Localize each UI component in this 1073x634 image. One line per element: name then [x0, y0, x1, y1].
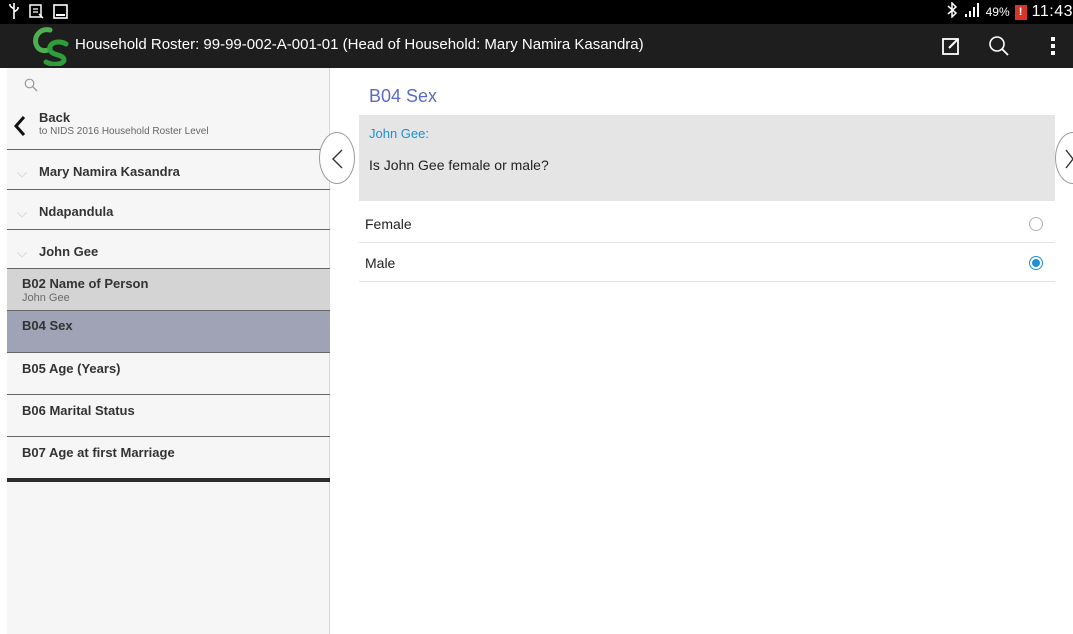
question-item-b06[interactable]: B06 Marital Status — [7, 394, 330, 436]
chevron-left-icon — [13, 114, 27, 138]
question-text: Is John Gee female or male? — [369, 157, 549, 173]
bluetooth-icon — [946, 1, 958, 22]
edit-icon[interactable] — [937, 32, 965, 60]
usb-icon — [8, 3, 20, 23]
question-item-b07[interactable]: B07 Age at first Marriage — [7, 436, 330, 478]
roster-item-label: Mary Namira Kasandra — [39, 164, 180, 179]
list-end-divider — [7, 478, 330, 482]
battery-warning-icon: ! — [1014, 4, 1027, 20]
roster-item-label: John Gee — [39, 244, 99, 259]
roster-item-john-gee[interactable]: John Gee — [7, 229, 330, 269]
roster-item-ndapandula[interactable]: Ndapandula — [7, 189, 330, 229]
expand-icon — [16, 205, 28, 218]
question-panel: B04 Sex John Gee: Is John Gee female or … — [331, 68, 1073, 634]
option-female[interactable]: Female — [359, 205, 1055, 243]
back-sublabel: to NIDS 2016 Household Roster Level — [39, 126, 209, 137]
app-logo-icon — [30, 26, 74, 67]
signal-icon — [963, 2, 981, 22]
question-item-b04[interactable]: B04 Sex — [7, 310, 330, 352]
question-respondent: John Gee: — [369, 126, 429, 141]
back-label: Back — [39, 110, 71, 125]
question-item-label: B07 Age at first Marriage — [22, 445, 175, 460]
radio-male[interactable] — [1029, 256, 1043, 270]
chevron-left-icon — [332, 149, 343, 169]
option-label: Male — [365, 255, 396, 271]
option-label: Female — [365, 216, 412, 232]
roster-item-mary[interactable]: Mary Namira Kasandra — [7, 149, 330, 190]
battery-percent: 49% — [985, 5, 1010, 19]
gallery-icon — [53, 3, 68, 23]
question-box: John Gee: Is John Gee female or male? — [359, 115, 1055, 201]
question-item-label: B02 Name of Person — [22, 276, 149, 291]
status-bar: 49% ! 11:43 — [0, 0, 1073, 24]
overflow-menu-icon[interactable] — [1039, 32, 1067, 60]
question-item-b02[interactable]: B02 Name of Person John Gee — [7, 268, 330, 310]
screenshot-icon — [29, 3, 44, 23]
question-item-answer: John Gee — [22, 292, 70, 304]
question-item-label: B06 Marital Status — [22, 403, 135, 418]
question-item-label: B04 Sex — [22, 318, 73, 333]
navigation-sidebar: Back to NIDS 2016 Household Roster Level… — [7, 68, 330, 634]
question-title: B04 Sex — [369, 86, 438, 106]
sidebar-search-icon[interactable] — [24, 78, 42, 96]
chevron-right-icon — [1065, 149, 1073, 169]
previous-question-button[interactable] — [319, 132, 355, 184]
page-title: Household Roster: 99-99-002-A-001-01 (He… — [75, 36, 644, 53]
roster-item-label: Ndapandula — [39, 204, 114, 219]
expand-icon — [16, 245, 28, 258]
search-icon[interactable] — [985, 32, 1013, 60]
question-item-b05[interactable]: B05 Age (Years) — [7, 352, 330, 394]
option-male[interactable]: Male — [359, 244, 1055, 282]
clock: 11:43 — [1031, 3, 1073, 20]
back-button[interactable]: Back to NIDS 2016 Household Roster Level — [7, 106, 330, 150]
action-bar: Household Roster: 99-99-002-A-001-01 (He… — [0, 24, 1073, 68]
radio-female[interactable] — [1029, 217, 1043, 231]
next-question-button[interactable] — [1055, 132, 1073, 184]
expand-icon — [16, 165, 28, 178]
question-item-label: B05 Age (Years) — [22, 361, 121, 376]
